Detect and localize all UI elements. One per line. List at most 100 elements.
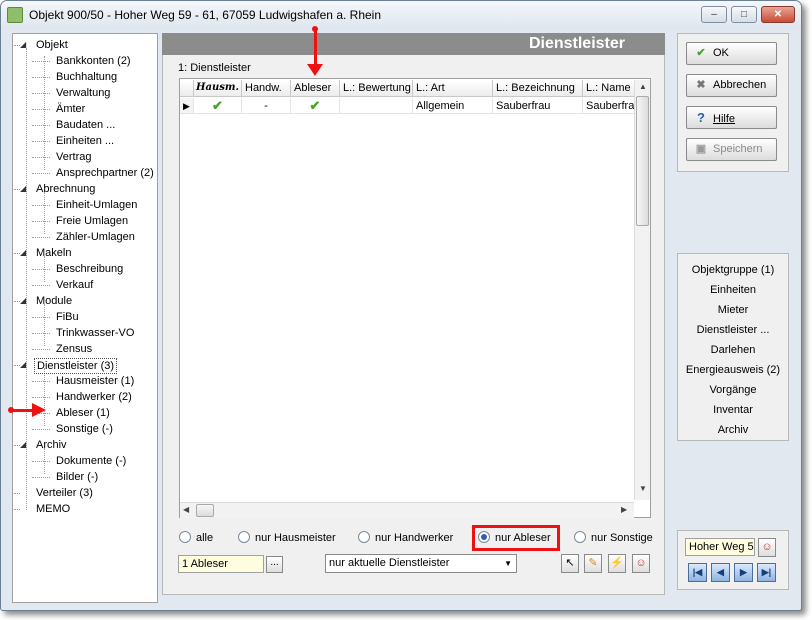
help-button[interactable]: ? Hilfe — [686, 106, 777, 129]
ok-button[interactable]: ✔ OK — [686, 42, 777, 65]
tree-item-label: Ansprechpartner (2) — [56, 167, 154, 179]
radio-circle-icon[interactable] — [179, 531, 191, 543]
data-grid[interactable]: Hausm. Handw. Ableser L.: Bewertung L.: … — [179, 78, 651, 518]
save-button[interactable]: ▣ Speichern — [686, 138, 777, 161]
tree-item-label: MEMO — [36, 503, 71, 515]
help-icon: ? — [697, 110, 705, 125]
table-cell-handw: - — [242, 98, 291, 114]
check-icon: ✔ — [291, 98, 340, 114]
vertical-scrollbar[interactable]: ▲ ▼ — [634, 80, 650, 500]
column-header-name[interactable]: L.: Name — [583, 80, 636, 97]
tree-item-label: FiBu — [56, 311, 79, 323]
tree-item-label: Verkauf — [56, 279, 94, 291]
column-header-bewertung[interactable]: L.: Bewertung — [340, 80, 413, 97]
expand-triangle-icon[interactable]: ◢ — [20, 38, 26, 52]
scroll-thumb[interactable] — [636, 96, 649, 226]
count-field[interactable]: 1 Ableser — [178, 555, 264, 573]
scroll-down-icon[interactable]: ▼ — [639, 484, 647, 493]
table-cell-name: Sauberfrau — [583, 98, 636, 114]
edit-pencil-icon[interactable]: ✎ — [584, 554, 602, 573]
radio-nur-handwerker[interactable]: nur Handwerker — [358, 531, 453, 544]
radio-circle-icon[interactable] — [238, 531, 250, 543]
first-record-button[interactable]: |◀ — [688, 563, 707, 582]
hscroll-thumb[interactable] — [196, 504, 214, 517]
related-link[interactable]: Energieausweis (2) — [677, 363, 789, 377]
tree-item-label: Bankkonten (2) — [56, 55, 131, 67]
column-header-handw[interactable]: Handw. — [242, 80, 291, 97]
related-link[interactable]: Inventar — [677, 403, 789, 417]
ellipsis-button[interactable]: ... — [266, 556, 283, 573]
expand-triangle-icon[interactable]: ◢ — [20, 358, 26, 372]
chevron-down-icon[interactable]: ▼ — [504, 555, 512, 572]
record-field[interactable]: Hoher Weg 5 — [685, 538, 755, 556]
radio-circle-icon[interactable] — [574, 531, 586, 543]
tree-item-label: Abrechnung — [36, 183, 96, 195]
expand-triangle-icon[interactable]: ◢ — [20, 294, 26, 308]
tree-item-label: Dokumente (-) — [56, 455, 127, 467]
radio-sonstige-label: nur Sonstige — [591, 532, 653, 544]
radio-alle-label: alle — [196, 532, 214, 544]
tree-item-label: Baudaten ... — [56, 119, 116, 131]
scroll-left-icon[interactable]: ◀ — [183, 505, 189, 514]
tree-item-label: Module — [36, 295, 73, 307]
tree-item-label: Bilder (-) — [56, 471, 99, 483]
status-filter-select[interactable]: nur aktuelle Dienstleister ▼ — [325, 554, 517, 573]
contacts-icon[interactable]: ☺ — [632, 554, 650, 573]
tree-item-label: Hausmeister (1) — [56, 375, 135, 387]
related-link[interactable]: Darlehen — [677, 343, 789, 357]
radio-nur-sonstige[interactable]: nur Sonstige — [574, 531, 653, 544]
related-link[interactable]: Objektgruppe (1) — [677, 263, 789, 277]
tree-item-label: Einheiten ... — [56, 135, 115, 147]
cancel-button[interactable]: ✖ Abbrechen — [686, 74, 777, 97]
annotation-arrow-right-icon — [32, 403, 46, 417]
tree-item-label: Dienstleister (3) — [34, 358, 118, 374]
radio-alle[interactable]: alle — [179, 531, 213, 544]
annotation-arrow-line — [314, 30, 317, 66]
select-cursor-icon[interactable]: ↖ — [561, 554, 579, 573]
related-link[interactable]: Einheiten — [677, 283, 789, 297]
minimize-button[interactable]: ‒ — [701, 6, 727, 23]
tree-item-label: Sonstige (-) — [56, 423, 113, 435]
tree-item-label: Ämter — [56, 103, 86, 115]
column-header-ableser[interactable]: Ableser — [291, 80, 340, 97]
row-indicator[interactable]: ▶ — [180, 98, 194, 114]
radio-handwerker-label: nur Handwerker — [375, 532, 454, 544]
tree-item-label: Trinkwasser-VO — [56, 327, 135, 339]
radio-nur-hausmeister[interactable]: nur Hausmeister — [238, 531, 336, 544]
cancel-label: Abbrechen — [713, 79, 767, 91]
tree-item-label: Beschreibung — [56, 263, 124, 275]
scroll-up-icon[interactable]: ▲ — [639, 82, 647, 91]
related-link[interactable]: Vorgänge — [677, 383, 789, 397]
related-link[interactable]: Archiv — [677, 423, 789, 437]
column-header-bezeichnung[interactable]: L.: Bezeichnung — [493, 80, 583, 97]
horizontal-scrollbar[interactable]: ◀ ▶ — [180, 502, 634, 518]
tree-item-label: Buchhaltung — [56, 71, 118, 83]
expand-triangle-icon[interactable]: ◢ — [20, 438, 26, 452]
next-record-button[interactable]: ▶ — [734, 563, 753, 582]
tree-item-label: Handwerker (2) — [56, 391, 132, 403]
prev-record-button[interactable]: ◀ — [711, 563, 730, 582]
group-label: 1: Dienstleister — [178, 62, 251, 74]
expand-triangle-icon[interactable]: ◢ — [20, 246, 26, 260]
close-button[interactable]: ✕ — [761, 6, 795, 23]
maximize-button[interactable]: □ — [731, 6, 757, 23]
related-link[interactable]: Dienstleister ... — [677, 323, 789, 337]
radio-circle-icon[interactable] — [358, 531, 370, 543]
last-record-button[interactable]: ▶| — [757, 563, 776, 582]
tree-item-label: Makeln — [36, 247, 72, 259]
column-header-art[interactable]: L.: Art — [413, 80, 493, 97]
annotation-arrow-down-icon — [307, 64, 323, 76]
tree-item-label: Vertrag — [56, 151, 92, 163]
expand-triangle-icon[interactable]: ◢ — [20, 182, 26, 196]
radio-hausmeister-label: nur Hausmeister — [255, 532, 336, 544]
page-title: Dienstleister — [162, 33, 665, 55]
contacts-icon[interactable]: ☺ — [758, 538, 776, 557]
related-link[interactable]: Mieter — [677, 303, 789, 317]
app-icon — [7, 7, 23, 23]
lightning-icon[interactable]: ⚡ — [608, 554, 626, 573]
column-header-hausm[interactable]: Hausm. — [194, 80, 242, 97]
tree-item-label: Zensus — [56, 343, 93, 355]
tree-item-label: Verwaltung — [56, 87, 111, 99]
scroll-right-icon[interactable]: ▶ — [621, 505, 627, 514]
save-disk-icon: ▣ — [695, 143, 707, 155]
